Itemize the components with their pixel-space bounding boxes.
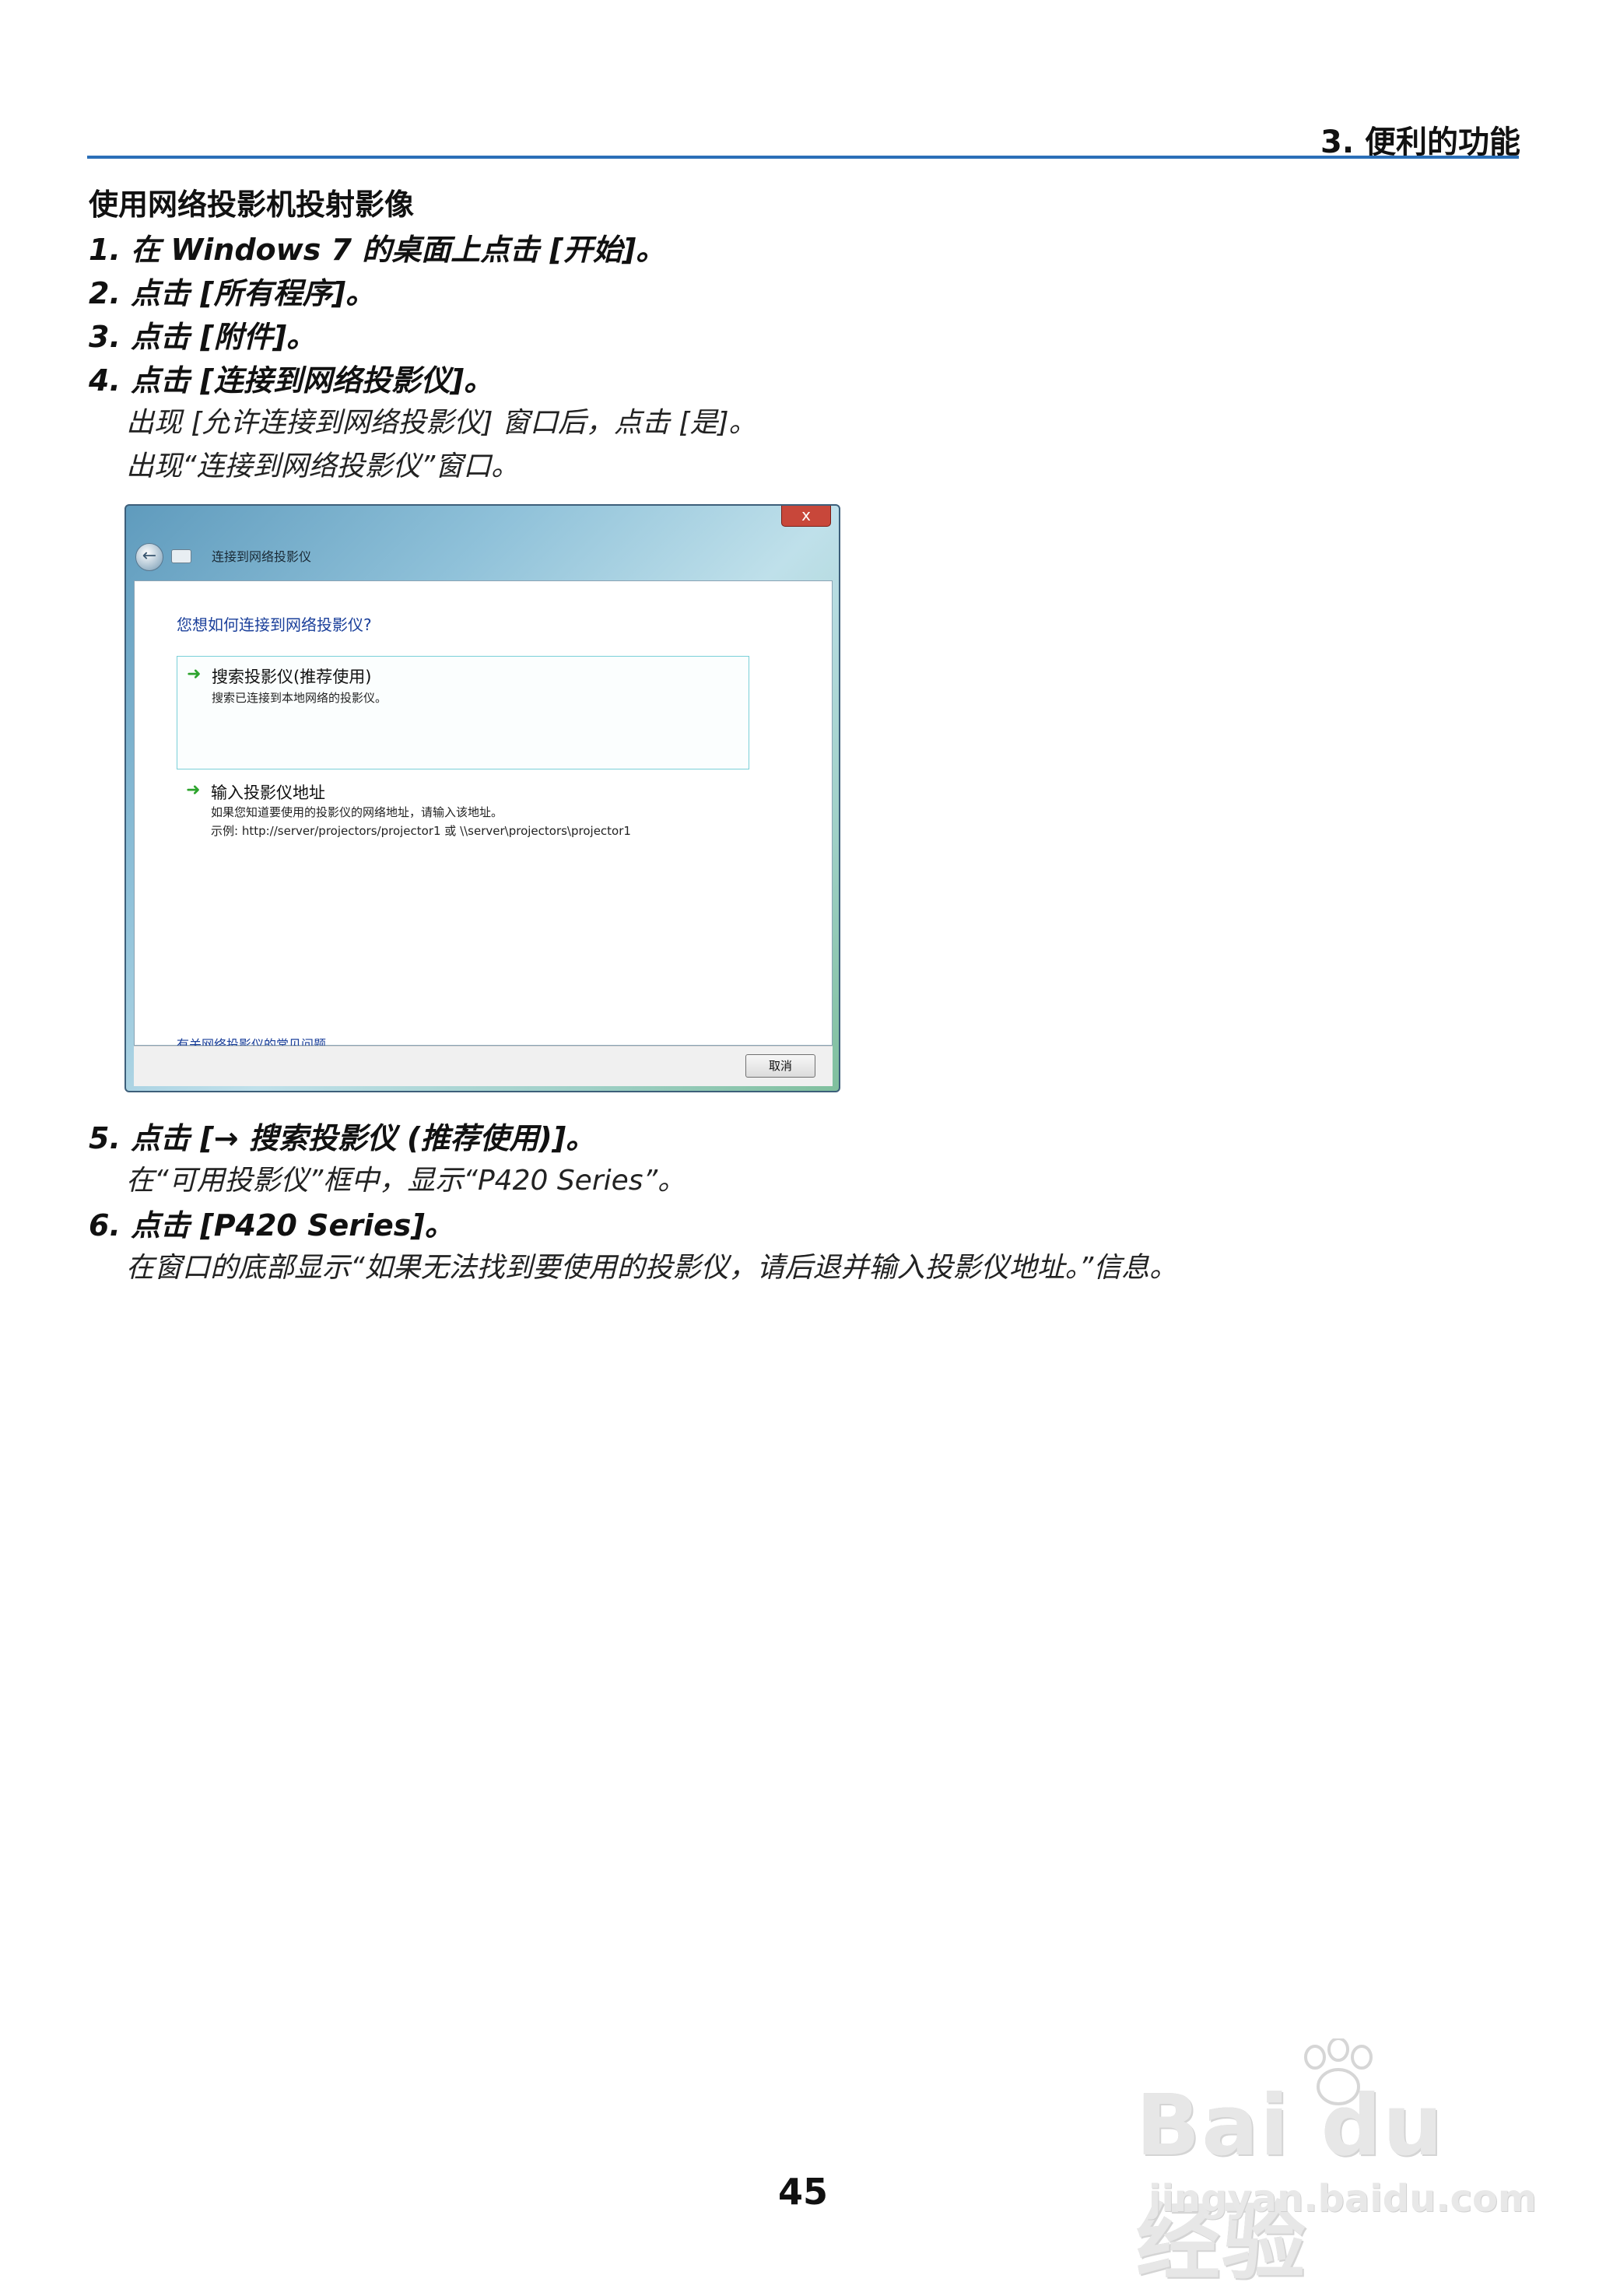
dialog-footer: 取消 (134, 1046, 833, 1086)
cancel-button[interactable]: 取消 (745, 1054, 815, 1078)
header-divider (87, 156, 1519, 159)
green-arrow-icon: ➜ (186, 780, 201, 800)
step-2: 2. 点击 [所有程序]。 (89, 276, 376, 310)
step-6-note: 在窗口的底部显示“如果无法找到要使用的投影仪，请后退并输入投影仪地址。”信息。 (126, 1252, 1178, 1284)
option-title: 搜索投影仪(推荐使用) (212, 668, 372, 686)
close-button[interactable]: x (781, 506, 831, 527)
step-5-note: 在“可用投影仪”框中，显示“P420 Series”。 (126, 1165, 686, 1197)
step-4-note-2: 出现“连接到网络投影仪”窗口。 (126, 450, 520, 482)
option-example: 示例: http://server/projectors/projector1 … (211, 824, 631, 838)
back-arrow-icon[interactable]: ← (135, 543, 163, 571)
step-1: 1. 在 Windows 7 的桌面上点击 [开始]。 (89, 233, 666, 267)
option-title: 输入投影仪地址 (211, 783, 325, 802)
option-description: 如果您知道要使用的投影仪的网络地址，请输入该地址。 (211, 805, 503, 819)
step-3: 3. 点击 [附件]。 (89, 320, 317, 354)
baidu-watermark: Bai du 经验 jingyan.baidu.com (1136, 2038, 1541, 2291)
connect-network-projector-window: x ← 连接到网络投影仪 您想如何连接到网络投影仪? ➜ 搜索投影仪(推荐使用)… (124, 504, 840, 1092)
dialog-question: 您想如何连接到网络投影仪? (177, 615, 372, 634)
page-title: 使用网络投影机投射影像 (89, 188, 415, 222)
dialog-content: 您想如何连接到网络投影仪? ➜ 搜索投影仪(推荐使用) 搜索已连接到本地网络的投… (134, 580, 833, 1052)
option-description: 搜索已连接到本地网络的投影仪。 (212, 691, 387, 705)
step-6: 6. 点击 [P420 Series]。 (89, 1208, 454, 1243)
projector-icon (171, 549, 191, 563)
step-4: 4. 点击 [连接到网络投影仪]。 (89, 363, 494, 398)
enter-address-option[interactable]: ➜ 输入投影仪地址 如果您知道要使用的投影仪的网络地址，请输入该地址。 示例: … (177, 776, 749, 846)
watermark-url: jingyan.baidu.com (1148, 2177, 1537, 2221)
green-arrow-icon: ➜ (187, 664, 202, 684)
step-4-note-1: 出现 [允许连接到网络投影仪] 窗口后，点击 [是]。 (126, 407, 757, 439)
search-projector-option[interactable]: ➜ 搜索投影仪(推荐使用) 搜索已连接到本地网络的投影仪。 (177, 656, 749, 769)
window-title: 连接到网络投影仪 (212, 549, 312, 564)
step-5: 5. 点击 [→ 搜索投影仪 (推荐使用)]。 (89, 1121, 596, 1155)
